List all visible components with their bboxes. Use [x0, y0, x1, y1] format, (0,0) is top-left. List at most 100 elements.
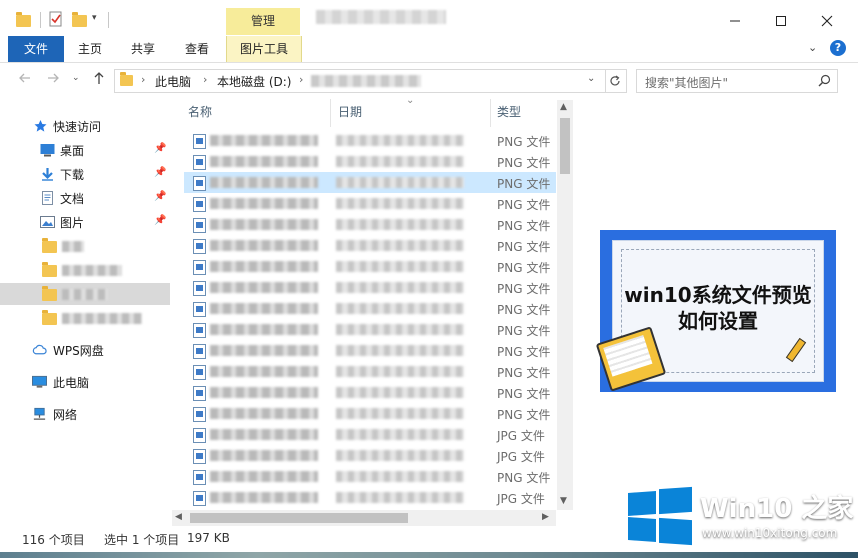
sort-indicator-icon: ⌄: [406, 95, 415, 106]
column-header-type[interactable]: 类型: [497, 101, 521, 123]
refresh-button[interactable]: [604, 69, 627, 93]
file-row[interactable]: PNG 文件: [184, 403, 556, 424]
file-row[interactable]: PNG 文件: [184, 361, 556, 382]
tab-view[interactable]: 查看: [172, 36, 222, 62]
file-row[interactable]: PNG 文件: [184, 298, 556, 319]
forward-arrow-icon: [48, 73, 59, 83]
minimize-icon: [730, 20, 740, 22]
horizontal-scroll-thumb[interactable]: [190, 513, 408, 523]
nav-desktop[interactable]: 桌面 📌: [0, 139, 170, 161]
ribbon-tabs: 文件 主页 共享 查看 图片工具 ⌄ ?: [0, 36, 858, 63]
image-file-icon: [193, 407, 206, 422]
breadcrumb-current-folder[interactable]: [311, 75, 421, 87]
address-bar[interactable]: › 此电脑 › 本地磁盘 (D:) › ⌄: [114, 69, 606, 93]
expand-ribbon-icon[interactable]: ⌄: [808, 41, 817, 54]
vertical-scroll-thumb[interactable]: [560, 118, 570, 174]
help-icon[interactable]: ?: [830, 40, 846, 56]
file-name: [210, 429, 318, 440]
address-dropdown-icon[interactable]: ⌄: [587, 73, 595, 84]
preview-pane-image: win10系统文件预览 如何设置: [595, 230, 836, 392]
nav-documents[interactable]: 文档 📌: [0, 187, 170, 209]
file-date: [336, 429, 464, 440]
pin-icon[interactable]: 📌: [154, 167, 166, 178]
file-date: [336, 261, 464, 272]
file-row[interactable]: JPG 文件: [184, 445, 556, 466]
image-file-icon: [193, 491, 206, 506]
nav-folder[interactable]: [0, 307, 170, 329]
file-row[interactable]: PNG 文件: [184, 340, 556, 361]
pin-icon[interactable]: 📌: [154, 191, 166, 202]
column-divider[interactable]: [330, 99, 331, 127]
nav-downloads[interactable]: 下载 📌: [0, 163, 170, 185]
scroll-left-icon[interactable]: ◀: [175, 512, 182, 522]
new-folder-icon[interactable]: [72, 11, 87, 27]
forward-button[interactable]: [46, 71, 60, 89]
file-type: JPG 文件: [497, 450, 545, 464]
tab-share[interactable]: 共享: [118, 36, 168, 62]
nav-folder[interactable]: [0, 235, 170, 257]
nav-quick-access[interactable]: 快速访问: [0, 115, 170, 137]
tab-home[interactable]: 主页: [66, 36, 114, 62]
minimize-button[interactable]: [712, 6, 758, 36]
file-row[interactable]: PNG 文件: [184, 382, 556, 403]
watermark-url: www.win10xitong.com: [702, 526, 838, 540]
nav-this-pc[interactable]: 此电脑: [0, 371, 170, 393]
column-header-date[interactable]: 日期: [338, 101, 362, 123]
file-row[interactable]: PNG 文件: [184, 466, 556, 487]
close-button[interactable]: [804, 6, 850, 36]
tab-picture-tools[interactable]: 图片工具: [226, 36, 302, 62]
pin-icon[interactable]: 📌: [154, 143, 166, 154]
file-date: [336, 135, 464, 146]
file-date: [336, 387, 464, 398]
file-row[interactable]: JPG 文件: [184, 424, 556, 445]
search-box[interactable]: 搜索"其他图片": [636, 69, 838, 93]
file-row[interactable]: PNG 文件: [184, 193, 556, 214]
file-row[interactable]: PNG 文件: [184, 235, 556, 256]
context-tab-header: 管理: [226, 8, 300, 35]
file-row[interactable]: PNG 文件: [184, 151, 556, 172]
nav-pictures[interactable]: 图片 📌: [0, 211, 170, 233]
tab-file[interactable]: 文件: [8, 36, 64, 62]
nav-wps-drive[interactable]: WPS网盘: [0, 339, 170, 361]
back-button[interactable]: [18, 71, 32, 89]
scroll-right-icon[interactable]: ▶: [542, 512, 549, 522]
file-date: [336, 492, 464, 503]
horizontal-scrollbar[interactable]: ◀ ▶: [172, 510, 556, 526]
up-button[interactable]: [92, 71, 106, 89]
image-file-icon: [193, 323, 206, 338]
customize-quick-access-icon[interactable]: ▾: [92, 13, 106, 29]
scroll-down-icon[interactable]: ▼: [560, 496, 567, 506]
maximize-button[interactable]: [758, 6, 804, 36]
column-header-name[interactable]: 名称: [188, 101, 212, 123]
file-row[interactable]: PNG 文件: [184, 319, 556, 340]
recent-locations-icon[interactable]: ⌄: [72, 73, 80, 83]
pin-icon[interactable]: 📌: [154, 215, 166, 226]
breadcrumb-local-disk[interactable]: 本地磁盘 (D:): [217, 73, 291, 90]
file-type: PNG 文件: [497, 240, 551, 254]
image-file-icon: [193, 239, 206, 254]
file-name: [210, 261, 318, 272]
nav-folder-selected[interactable]: [0, 283, 170, 305]
search-input[interactable]: 搜索"其他图片": [645, 74, 728, 91]
file-row[interactable]: PNG 文件: [184, 256, 556, 277]
breadcrumb-this-pc[interactable]: 此电脑: [155, 73, 191, 90]
nav-label: WPS网盘: [53, 344, 104, 358]
file-type: PNG 文件: [497, 156, 551, 170]
vertical-scrollbar[interactable]: ▲ ▼: [557, 100, 573, 510]
file-row[interactable]: PNG 文件: [184, 277, 556, 298]
nav-network[interactable]: 网络: [0, 403, 170, 425]
file-row[interactable]: PNG 文件: [184, 214, 556, 235]
properties-icon[interactable]: [48, 11, 62, 27]
file-row[interactable]: PNG 文件: [184, 172, 556, 193]
scroll-up-icon[interactable]: ▲: [560, 102, 567, 112]
nav-folder[interactable]: [0, 259, 170, 281]
file-name: [210, 408, 318, 419]
file-row[interactable]: PNG 文件: [184, 130, 556, 151]
nav-folder-label: [62, 265, 122, 276]
navigation-pane: 快速访问 桌面 📌 下载 📌 文档 📌 图片 📌 WPS网盘 此电脑 网络: [0, 97, 170, 522]
file-row[interactable]: JPG 文件: [184, 487, 556, 508]
image-file-icon: [193, 260, 206, 275]
image-file-icon: [193, 281, 206, 296]
column-divider[interactable]: [490, 99, 491, 127]
file-name: [210, 177, 318, 188]
